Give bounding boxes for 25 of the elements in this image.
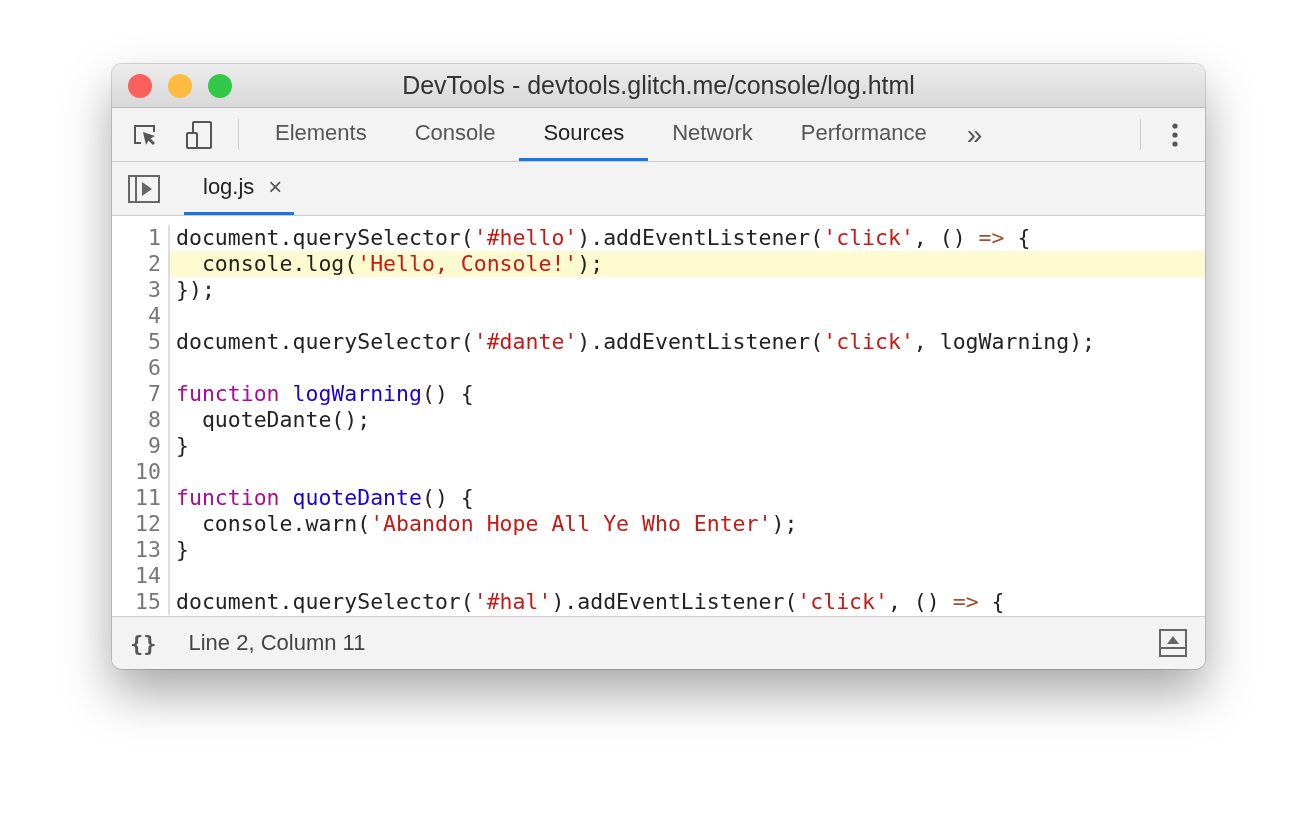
pretty-print-button[interactable]: {}: [130, 630, 157, 656]
cursor-position: Line 2, Column 11: [188, 630, 366, 656]
more-tabs-button[interactable]: »: [950, 108, 999, 161]
code-line: });: [176, 277, 215, 303]
code-line: function quoteDante() {: [176, 485, 474, 511]
device-icon[interactable]: [184, 119, 214, 150]
code-line: document.querySelector('#dante').addEventListener('click', logWarning);: [176, 329, 1096, 355]
panel-tab[interactable]: Network: [648, 108, 777, 161]
code-line: quoteDante();: [200, 407, 371, 433]
code-line: document.querySelector('#hello').addEventListener('click', () => {: [176, 225, 1031, 251]
code-line: }: [176, 537, 189, 563]
window-title: DevTools - devtools.glitch.me/console/log.html: [402, 71, 915, 100]
drawer-toggle-icon[interactable]: [1159, 629, 1187, 657]
code-line: console.warn('Abandon Hope All Ye Who Enter');: [200, 511, 798, 537]
panel-tab[interactable]: Performance: [776, 108, 951, 161]
code-line: document.querySelector('#hal').addEventListener('click', () => {: [176, 589, 1005, 615]
close-tab-button[interactable]: ×: [268, 173, 283, 201]
line-number: 2: [112, 251, 168, 277]
navigator-toggle-icon[interactable]: [128, 174, 160, 203]
code-line: function logWarning() {: [176, 381, 474, 407]
file-name: log.js: [203, 174, 255, 200]
code-line: console.log('Hello, Console!');: [200, 251, 604, 277]
panel-tab[interactable]: Console: [390, 108, 520, 161]
code-line: }: [176, 433, 189, 459]
panel-tab[interactable]: Elements: [251, 108, 391, 161]
